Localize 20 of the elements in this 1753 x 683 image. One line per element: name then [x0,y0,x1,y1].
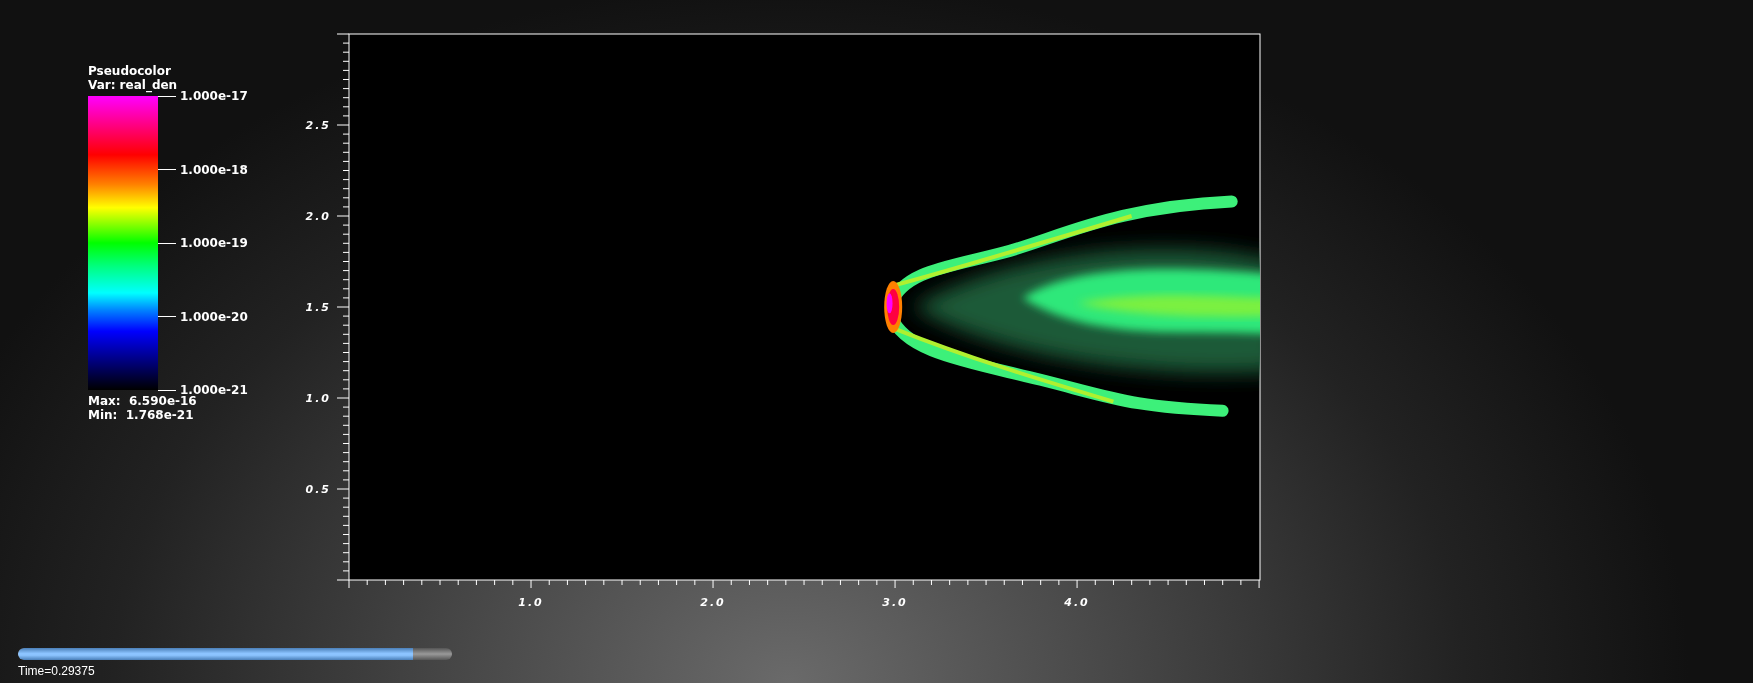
variable-name: Var: real_den [88,78,179,92]
min-value: Min: 1.768e-21 [88,408,195,422]
time-slider[interactable] [18,648,452,660]
color-bar-label: 1.000e-20 [180,309,248,324]
tick-label: 0.5 [305,483,331,496]
legend-title: Pseudocolor [88,64,172,78]
time-label: Time=0.29375 [18,664,95,678]
tick-label: 1.0 [305,392,331,405]
color-bar-label: 1.000e-21 [180,383,248,397]
color-bar-label: 1.000e-19 [180,236,248,250]
tick-label: 2.5 [305,119,331,132]
color-bar-label: 1.000e-17 [180,89,248,103]
max-value: Max: 6.590e-16 [88,394,198,408]
tick-label: 4.0 [1064,596,1090,609]
tick-label: 2.0 [305,210,331,223]
tick-label: 3.0 [882,596,908,609]
tick-label: 1.0 [518,596,544,609]
tick-label: 2.0 [700,596,726,609]
color-bar-label: 1.000e-18 [180,162,248,177]
tick-label: 1.5 [305,301,331,314]
